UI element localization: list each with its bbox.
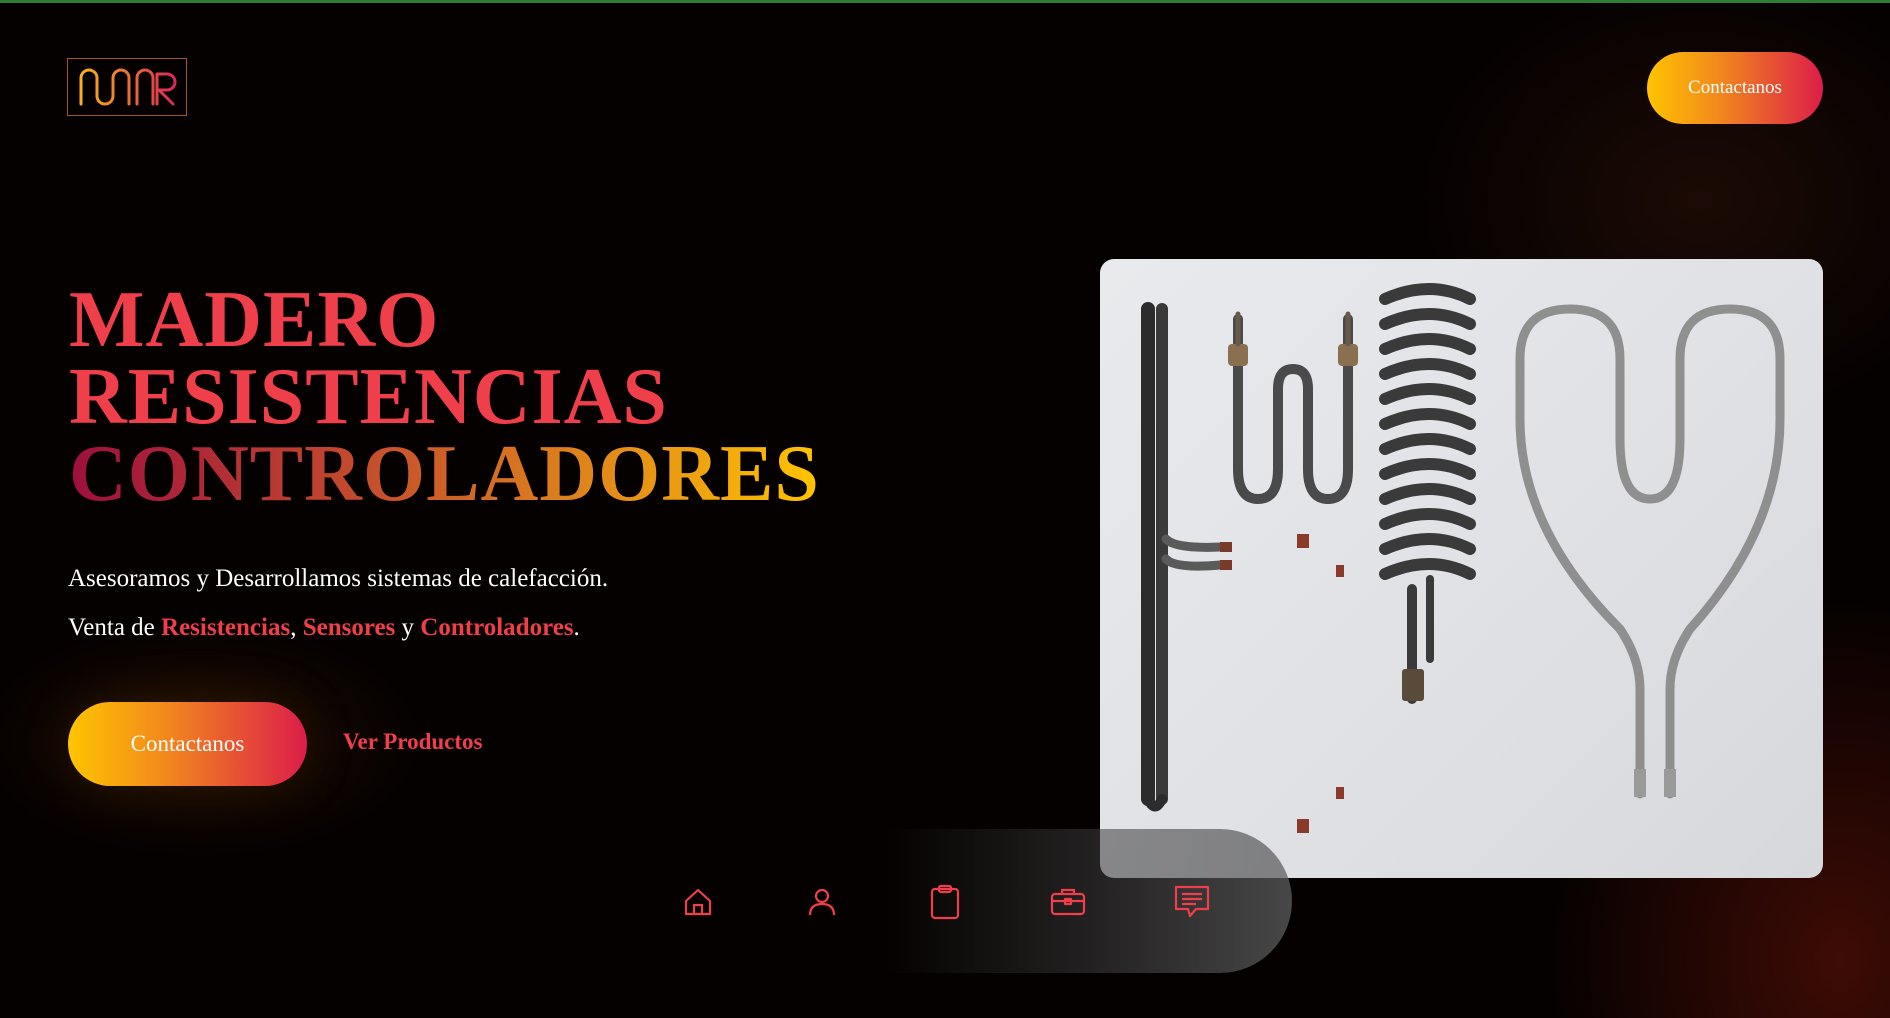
- logo-mark: [79, 68, 177, 106]
- hero-title-line-3: CONTROLADORES: [69, 430, 820, 518]
- hero-contact-button[interactable]: Contactanos: [68, 702, 307, 786]
- page: Contactanos MADERO RESISTENCIAS CONTROLA…: [0, 0, 1890, 1018]
- heating-elements-illustration: [1141, 283, 1785, 833]
- clipboard-icon[interactable]: [923, 880, 967, 924]
- briefcase-icon[interactable]: [1046, 880, 1090, 924]
- hero-title: MADERO RESISTENCIAS CONTROLADORES: [69, 276, 820, 518]
- hero-subtitle: Asesoramos y Desarrollamos sistemas de c…: [68, 565, 609, 592]
- hero-title-line-1: MADERO: [69, 276, 440, 364]
- top-border: [0, 0, 1890, 3]
- hero-sales-line: Venta de Resistencias, Sensores y Contro…: [68, 614, 580, 642]
- sales-item-controladores: Controladores: [420, 614, 574, 641]
- product-photo: [1100, 259, 1823, 878]
- view-products-link[interactable]: Ver Productos: [343, 729, 483, 755]
- header-contact-button[interactable]: Contactanos: [1647, 52, 1823, 124]
- sales-item-sensores: Sensores: [302, 614, 396, 641]
- sales-end: .: [573, 614, 580, 641]
- hero-title-line-2: RESISTENCIAS: [69, 353, 668, 441]
- sales-separator: ,: [290, 614, 303, 641]
- home-icon[interactable]: [676, 880, 720, 924]
- logo[interactable]: [67, 58, 187, 116]
- user-icon[interactable]: [800, 880, 844, 924]
- sales-separator: y: [395, 614, 421, 641]
- sales-prefix: Venta de: [68, 614, 162, 641]
- sales-item-resistencias: Resistencias: [161, 614, 291, 641]
- chat-icon[interactable]: [1170, 880, 1214, 924]
